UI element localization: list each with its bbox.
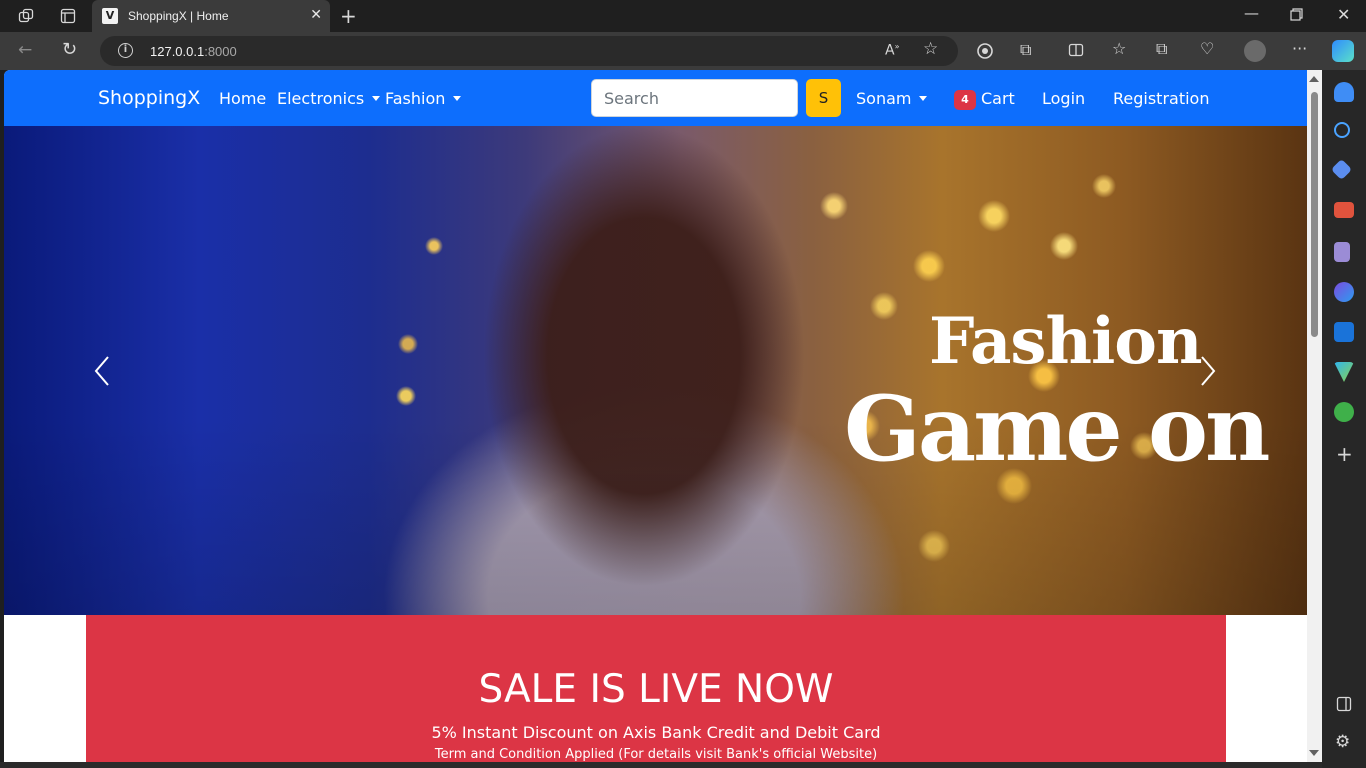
window-bottom-edge (0, 762, 1322, 768)
tools-briefcase-icon[interactable] (1334, 202, 1354, 218)
carousel-prev-icon[interactable] (92, 354, 112, 388)
nav-user-dropdown[interactable]: Sonam (856, 89, 928, 108)
minimize-icon[interactable]: — (1244, 6, 1259, 21)
restore-icon[interactable] (1290, 8, 1303, 24)
page-scrollbar[interactable] (1307, 70, 1322, 762)
nav-user-label: Sonam (856, 89, 912, 108)
nav-cart[interactable]: 4 Cart (954, 89, 1015, 110)
tree-icon[interactable] (1334, 402, 1354, 422)
main-navbar: ShoppingX Home Electronics Fashion S Son… (4, 70, 1307, 126)
hide-sidebar-icon[interactable] (1336, 696, 1352, 715)
close-tab-icon[interactable]: ✕ (310, 7, 322, 23)
url-text[interactable]: 127.0.0.1:8000 (150, 44, 237, 59)
favorite-star-icon[interactable]: ☆ (923, 41, 938, 58)
hero-headline-line1: Fashion (929, 304, 1202, 379)
drop-icon[interactable] (1334, 362, 1354, 382)
browser-sidebar: + ⚙ (1322, 70, 1366, 768)
hero-carousel: Fashion Game on (4, 126, 1307, 615)
nav-electronics-dropdown[interactable]: Electronics (277, 89, 381, 108)
split-screen-icon[interactable] (1068, 42, 1084, 61)
address-bar[interactable]: i 127.0.0.1:8000 A» ☆ (100, 36, 958, 66)
dropdown-caret-icon (919, 96, 928, 101)
sale-title: SALE IS LIVE NOW (478, 667, 834, 712)
url-host: 127.0.0.1 (150, 44, 205, 59)
performance-icon[interactable]: ♡ (1200, 41, 1214, 57)
favorites-icon[interactable]: ☆ (1112, 41, 1126, 57)
copilot-icon[interactable] (1332, 40, 1354, 62)
settings-more-icon[interactable]: ··· (1292, 41, 1307, 57)
search-icon[interactable] (1334, 122, 1350, 138)
nav-registration[interactable]: Registration (1113, 89, 1209, 108)
nav-home[interactable]: Home (219, 89, 266, 108)
carousel-next-icon[interactable] (1198, 354, 1218, 388)
dropdown-caret-icon (453, 96, 462, 101)
tab-title: ShoppingX | Home (128, 9, 229, 23)
nav-fashion-dropdown[interactable]: Fashion (385, 89, 462, 108)
sale-subtitle: 5% Instant Discount on Axis Bank Credit … (431, 723, 881, 742)
scroll-up-arrow-icon[interactable] (1309, 76, 1319, 82)
site-info-icon[interactable]: i (118, 43, 133, 58)
site-favicon-icon: V (102, 8, 118, 24)
add-sidebar-app-icon[interactable]: + (1336, 444, 1353, 464)
scroll-thumb[interactable] (1311, 92, 1318, 337)
active-tab[interactable]: V ShoppingX | Home ✕ (92, 0, 330, 32)
close-window-icon[interactable]: ✕ (1337, 7, 1350, 23)
shopping-tag-icon[interactable] (1330, 158, 1353, 181)
page-viewport: ShoppingX Home Electronics Fashion S Son… (4, 70, 1307, 762)
collections-icon[interactable]: ⧉ (1156, 41, 1167, 57)
nav-cart-label: Cart (981, 89, 1015, 108)
extensions-icon[interactable]: ⧉ (1020, 42, 1031, 58)
search-button[interactable]: S (806, 79, 841, 117)
microsoft-365-icon[interactable] (1334, 282, 1354, 302)
browser-tab-bar: V ShoppingX | Home ✕ + — ✕ (0, 0, 1366, 32)
dropdown-caret-icon (372, 96, 381, 101)
notifications-bell-icon[interactable] (1334, 82, 1354, 102)
search-input[interactable] (591, 79, 798, 117)
nav-electronics-label: Electronics (277, 89, 365, 108)
tab-actions-icon[interactable] (60, 8, 76, 27)
profile-avatar[interactable] (1244, 40, 1266, 62)
browser-essentials-icon[interactable] (976, 42, 994, 63)
nav-fashion-label: Fashion (385, 89, 446, 108)
hero-headline-line2: Game on (844, 376, 1270, 482)
new-tab-icon[interactable]: + (340, 6, 357, 26)
browser-toolbar: ← ↻ i 127.0.0.1:8000 A» ☆ ⧉ ☆ ⧉ ♡ ··· (0, 32, 1366, 70)
cart-count-badge: 4 (954, 90, 976, 110)
games-icon[interactable] (1334, 242, 1350, 262)
brand-logo[interactable]: ShoppingX (98, 87, 200, 109)
read-aloud-icon[interactable]: A» (885, 43, 899, 58)
scroll-down-arrow-icon[interactable] (1309, 750, 1319, 756)
refresh-icon[interactable]: ↻ (62, 41, 77, 59)
sale-banner: SALE IS LIVE NOW 5% Instant Discount on … (86, 615, 1226, 762)
nav-login[interactable]: Login (1042, 89, 1085, 108)
outlook-icon[interactable] (1334, 322, 1354, 342)
sidebar-settings-gear-icon[interactable]: ⚙ (1335, 734, 1350, 751)
url-port: :8000 (204, 44, 237, 59)
workspaces-icon[interactable] (18, 8, 34, 27)
back-icon[interactable]: ← (18, 42, 32, 59)
sale-terms-note: Term and Condition Applied (For details … (434, 747, 878, 762)
